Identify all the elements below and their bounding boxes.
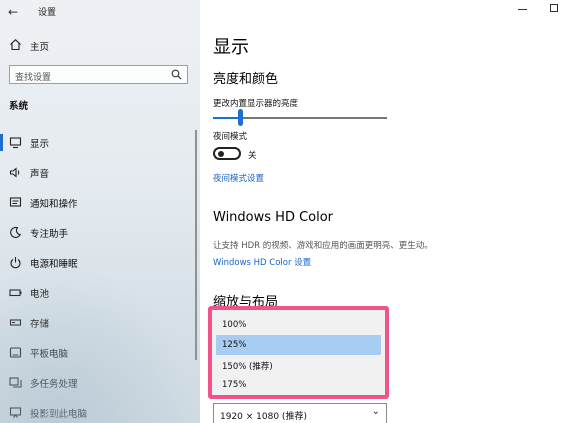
scale-option-label: 150% (推荐) xyxy=(222,362,273,372)
project-icon xyxy=(9,407,22,418)
search-placeholder: 查找设置 xyxy=(15,73,52,83)
chevron-down-icon: ⌄ xyxy=(371,406,380,417)
scale-option-150[interactable]: 150% (推荐) xyxy=(216,355,381,375)
sidebar-item-label: 平板电脑 xyxy=(30,349,69,360)
power-icon xyxy=(10,257,21,269)
sidebar-item-label: 通知和操作 xyxy=(30,199,78,210)
night-mode-settings-link[interactable]: 夜间模式设置 xyxy=(213,172,264,184)
sidebar-section-label: 系统 xyxy=(9,101,29,112)
brightness-heading: 亮度和颜色 xyxy=(213,72,279,87)
brightness-slider-fill xyxy=(213,117,241,119)
hdr-heading: Windows HD Color xyxy=(213,210,334,225)
scale-options-list: 100% 125% 150% (推荐) 175% xyxy=(216,315,381,395)
back-arrow-icon[interactable]: ← xyxy=(8,5,18,19)
brightness-slider-thumb[interactable] xyxy=(238,109,244,126)
search-input[interactable]: 查找设置 xyxy=(9,65,188,84)
sidebar-item-label: 存储 xyxy=(30,319,50,330)
sidebar-item-notifications[interactable]: 通知和操作 xyxy=(0,188,200,218)
scale-option-label: 100% xyxy=(222,320,247,330)
sidebar-item-label: 声音 xyxy=(30,169,50,180)
speaker-icon xyxy=(9,167,20,178)
selected-indicator xyxy=(0,134,3,151)
scale-option-175[interactable]: 175% xyxy=(216,375,381,395)
sidebar-item-multitasking[interactable]: 多任务处理 xyxy=(0,368,200,398)
sidebar-item-sound[interactable]: 声音 xyxy=(0,158,200,188)
sidebar-scrollbar[interactable] xyxy=(195,130,197,360)
monitor-icon xyxy=(9,137,22,149)
hdr-description: 让支持 HDR 的视频、游戏和应用的画面更明亮、更生动。 xyxy=(213,241,433,251)
sidebar-item-label: 电池 xyxy=(30,289,50,300)
sidebar-item-label: 专注助手 xyxy=(30,229,69,240)
scale-option-125[interactable]: 125% xyxy=(216,335,381,355)
sidebar-item-display[interactable]: 显示 xyxy=(0,128,200,158)
sidebar-item-label: 多任务处理 xyxy=(30,379,78,390)
sidebar-item-tablet[interactable]: 平板电脑 xyxy=(0,338,200,368)
resolution-value: 1920 × 1080 (推荐) xyxy=(220,412,307,422)
storage-icon xyxy=(9,319,22,326)
scale-option-label: 175% xyxy=(222,380,247,390)
sidebar-home-label: 主页 xyxy=(30,42,50,53)
scale-dropdown-popup: 100% 125% 150% (推荐) 175% xyxy=(208,306,389,399)
tablet-icon xyxy=(9,347,22,358)
search-icon[interactable] xyxy=(171,69,182,80)
sidebar-item-focus-assist[interactable]: 专注助手 xyxy=(0,218,200,248)
sidebar-item-storage[interactable]: 存储 xyxy=(0,308,200,338)
night-mode-label: 夜间模式 xyxy=(213,132,248,142)
sidebar: ← 设置 主页 查找设置 系统 显示 声音 通知和操作 专注助手 电源和睡眠 电… xyxy=(0,0,200,423)
toggle-knob xyxy=(218,151,224,157)
night-mode-toggle[interactable] xyxy=(213,147,241,160)
scale-option-100[interactable]: 100% xyxy=(216,315,381,335)
sidebar-item-project[interactable]: 投影到此电脑 xyxy=(0,398,200,423)
window-title: 设置 xyxy=(38,8,57,18)
sidebar-home[interactable]: 主页 xyxy=(0,34,200,56)
page-title: 显示 xyxy=(213,37,249,58)
resolution-select[interactable]: 1920 × 1080 (推荐) ⌄ xyxy=(213,403,387,423)
multitask-icon xyxy=(9,377,22,388)
scale-option-label: 125% xyxy=(222,340,247,350)
sidebar-item-label: 显示 xyxy=(30,139,50,150)
brightness-slider-label: 更改内置显示器的亮度 xyxy=(213,99,299,109)
sidebar-item-battery[interactable]: 电池 xyxy=(0,278,200,308)
battery-icon xyxy=(9,289,22,297)
sidebar-nav: 显示 声音 通知和操作 专注助手 电源和睡眠 电池 存储 平板电脑 多任务处理 … xyxy=(0,128,200,423)
sidebar-item-label: 电源和睡眠 xyxy=(30,259,78,270)
sidebar-item-power-sleep[interactable]: 电源和睡眠 xyxy=(0,248,200,278)
notification-icon xyxy=(9,197,22,207)
home-icon xyxy=(10,39,21,51)
sidebar-item-label: 投影到此电脑 xyxy=(30,409,88,420)
night-mode-state: 关 xyxy=(248,151,257,161)
hdr-settings-link[interactable]: Windows HD Color 设置 xyxy=(213,256,311,268)
moon-icon xyxy=(10,226,22,238)
